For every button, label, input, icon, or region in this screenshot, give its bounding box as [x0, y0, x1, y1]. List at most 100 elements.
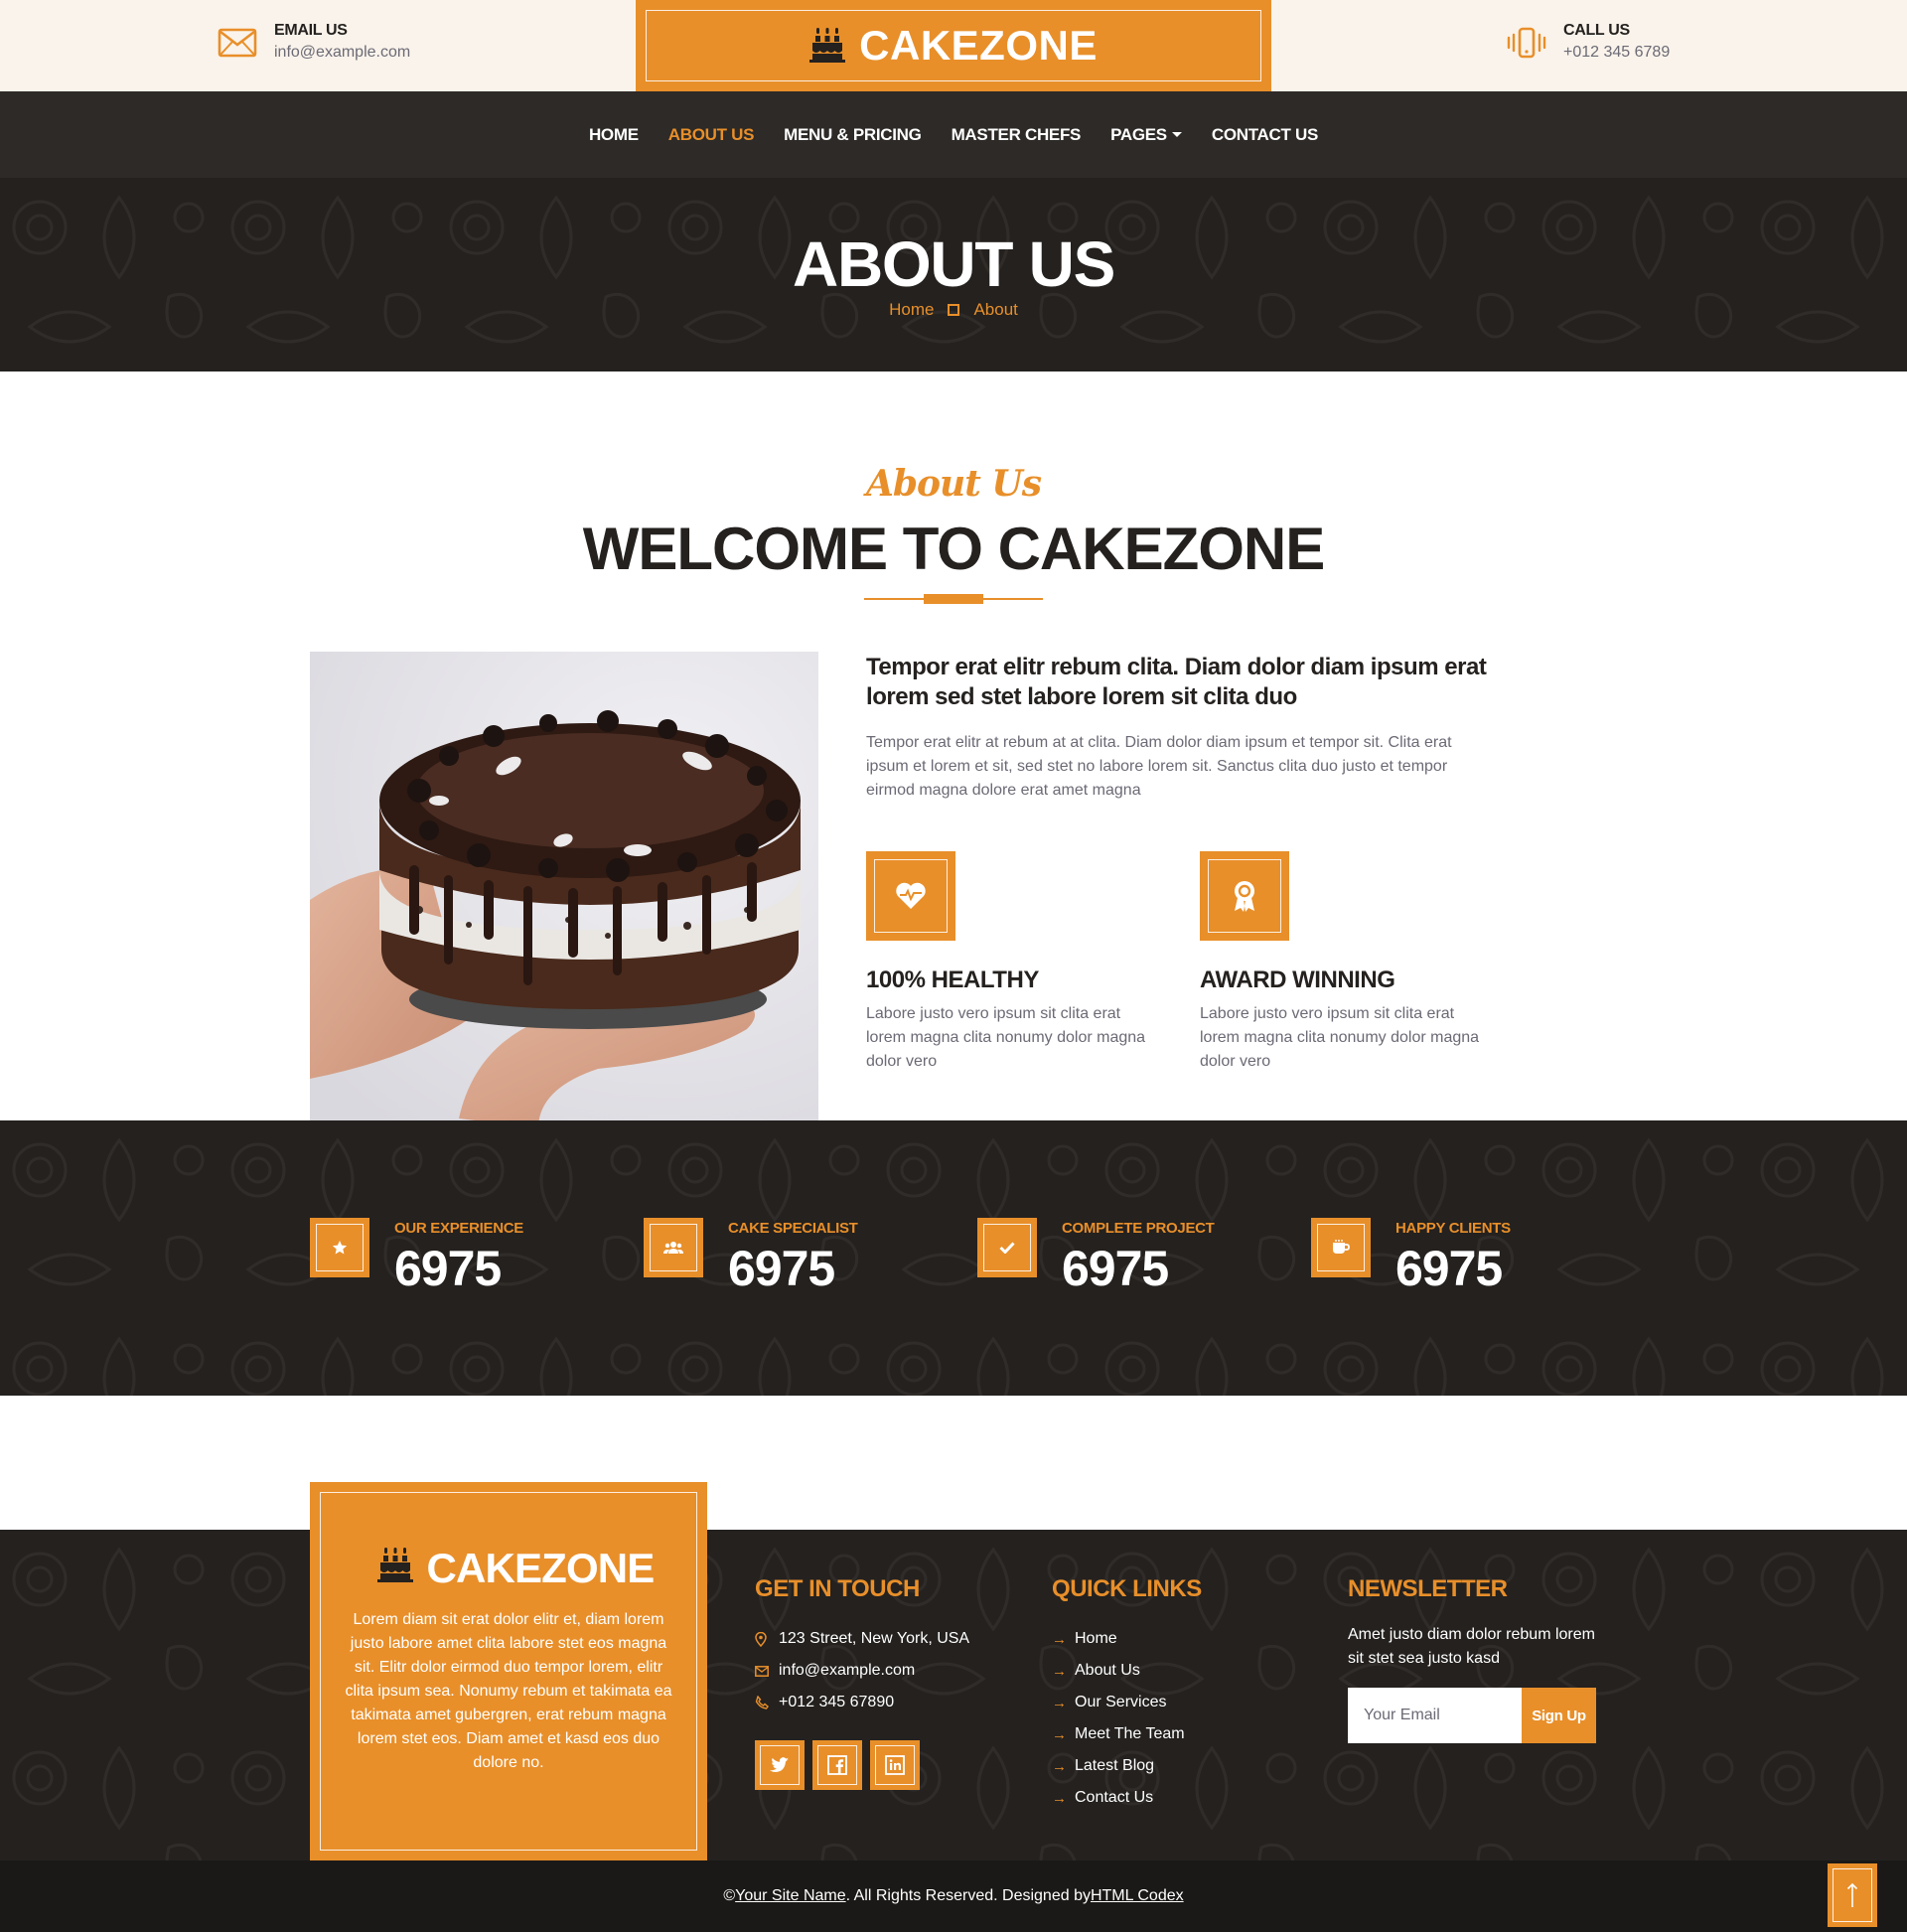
top-bar: EMAIL US info@example.com CAKEZONE CALL … — [0, 0, 1907, 91]
arrow-right-icon: → — [1052, 1694, 1067, 1711]
about-text: Tempor erat elitr at rebum at at clita. … — [866, 734, 1452, 799]
stat-label: OUR EXPERIENCE — [394, 1220, 523, 1237]
cake-image — [310, 652, 818, 1120]
cake-icon — [809, 25, 846, 68]
nav-master-chefs[interactable]: MASTER CHEFS — [952, 125, 1082, 145]
phone-value[interactable]: +012 345 6789 — [1563, 44, 1670, 62]
nav-pages-label: PAGES — [1110, 124, 1167, 144]
breadcrumb-home[interactable]: Home — [889, 300, 934, 320]
stats-section: OUR EXPERIENCE 6975 CAKE SPECIALIST 6975… — [0, 1120, 1907, 1396]
email-contact[interactable]: EMAIL US info@example.com — [217, 22, 410, 64]
main-nav: HOME ABOUT US MENU & PRICING MASTER CHEF… — [0, 91, 1907, 178]
title-divider — [864, 594, 1043, 604]
star-icon — [316, 1224, 364, 1271]
newsletter-form: Sign Up — [1348, 1688, 1596, 1743]
square-icon — [948, 304, 960, 316]
sign-up-button[interactable]: Sign Up — [1522, 1688, 1596, 1743]
envelope-icon — [217, 22, 258, 64]
feature-title: 100% HEALTHY — [866, 966, 1039, 993]
footer-phone[interactable]: +012 345 67890 — [755, 1687, 969, 1718]
feature-text: Labore justo vero ipsum sit clita erat l… — [1200, 1005, 1480, 1070]
linkedin-button[interactable] — [870, 1740, 920, 1790]
stat-value: 6975 — [1062, 1241, 1169, 1296]
mug-icon — [1317, 1224, 1365, 1271]
section-title: WELCOME TO CAKEZONE — [582, 516, 1326, 582]
arrow-right-icon: → — [1052, 1789, 1067, 1807]
breadcrumb-about: About — [973, 300, 1018, 319]
designer-link[interactable]: HTML Codex — [1091, 1887, 1184, 1905]
site-name-link[interactable]: Your Site Name — [735, 1887, 845, 1905]
page-title: ABOUT US — [793, 228, 1115, 300]
stat-label: COMPLETE PROJECT — [1062, 1220, 1215, 1237]
footer-get-in-touch: GET IN TOUCH 123 Street, New York, USA i… — [755, 1575, 969, 1790]
feature-award: AWARD WINNING Labore justo vero ipsum si… — [1200, 851, 1488, 1074]
email-value[interactable]: info@example.com — [274, 44, 410, 62]
social-links — [755, 1740, 969, 1790]
footer-brand-text: Lorem diam sit erat dolor elitr et, diam… — [345, 1611, 672, 1771]
award-icon — [1208, 859, 1281, 933]
linkedin-icon — [875, 1745, 915, 1785]
footer-phone-text: +012 345 67890 — [779, 1694, 895, 1710]
caret-down-icon — [1171, 132, 1182, 137]
footer-link-label: Contact Us — [1075, 1789, 1154, 1806]
footer-col-title: QUICK LINKS — [1052, 1575, 1202, 1602]
nav-home[interactable]: HOME — [589, 125, 639, 145]
footer-link-label: About Us — [1075, 1662, 1140, 1679]
phone-contact[interactable]: CALL US +012 345 6789 — [1506, 22, 1670, 64]
feature-title: AWARD WINNING — [1200, 966, 1395, 993]
stat-specialist: CAKE SPECIALIST 6975 — [644, 1218, 858, 1294]
back-to-top-button[interactable] — [1828, 1863, 1877, 1927]
footer-email[interactable]: info@example.com — [755, 1655, 969, 1687]
footer-link-team[interactable]: → Meet The Team — [1052, 1718, 1202, 1750]
newsletter-text: Amet justo diam dolor rebum lorem sit st… — [1348, 1626, 1595, 1667]
phone-icon — [755, 1696, 769, 1709]
copyright-prefix: © — [723, 1887, 736, 1904]
stat-experience: OUR EXPERIENCE 6975 — [310, 1218, 523, 1294]
logo-box[interactable]: CAKEZONE — [636, 0, 1271, 91]
footer-link-home[interactable]: → Home — [1052, 1623, 1202, 1655]
arrow-right-icon: → — [1052, 1662, 1067, 1680]
copyright-bar: © Your Site Name. All Rights Reserved. D… — [0, 1860, 1907, 1932]
stat-clients: HAPPY CLIENTS 6975 — [1311, 1218, 1511, 1294]
twitter-icon — [760, 1745, 800, 1785]
arrow-right-icon: → — [1052, 1630, 1067, 1648]
stat-value: 6975 — [728, 1241, 835, 1296]
breadcrumb: Home About — [0, 300, 1907, 320]
stat-value: 6975 — [394, 1241, 502, 1296]
footer-address-text: 123 Street, New York, USA — [779, 1630, 970, 1647]
page-header: ABOUT US Home About — [0, 178, 1907, 372]
footer-address: 123 Street, New York, USA — [755, 1623, 969, 1655]
envelope-icon — [755, 1665, 769, 1677]
newsletter-email-input[interactable] — [1348, 1688, 1522, 1743]
footer-col-title: NEWSLETTER — [1348, 1575, 1508, 1602]
phone-vibrate-icon — [1506, 22, 1547, 64]
twitter-button[interactable] — [755, 1740, 805, 1790]
footer-brand-box: CAKEZONE Lorem diam sit erat dolor elitr… — [310, 1482, 707, 1860]
footer-link-label: Latest Blog — [1075, 1757, 1155, 1774]
nav-contact-us[interactable]: CONTACT US — [1212, 125, 1318, 145]
stat-value: 6975 — [1395, 1241, 1503, 1296]
footer-link-contact[interactable]: → Contact Us — [1052, 1782, 1202, 1814]
nav-menu-pricing[interactable]: MENU & PRICING — [784, 125, 922, 145]
footer-link-services[interactable]: → Our Services — [1052, 1687, 1202, 1718]
footer-newsletter: NEWSLETTER Amet justo diam dolor rebum l… — [1348, 1575, 1596, 1743]
phone-label: CALL US — [1563, 22, 1630, 39]
stat-label: HAPPY CLIENTS — [1395, 1220, 1511, 1237]
nav-about-us[interactable]: ABOUT US — [668, 125, 755, 145]
stat-projects: COMPLETE PROJECT 6975 — [977, 1218, 1215, 1294]
footer-link-blog[interactable]: → Latest Blog — [1052, 1750, 1202, 1782]
map-pin-icon — [755, 1631, 769, 1647]
footer-email-text: info@example.com — [779, 1662, 916, 1679]
arrow-right-icon: → — [1052, 1725, 1067, 1743]
check-icon — [983, 1224, 1031, 1271]
footer-col-title: GET IN TOUCH — [755, 1575, 920, 1602]
footer-link-label: Our Services — [1075, 1694, 1167, 1710]
facebook-button[interactable] — [812, 1740, 862, 1790]
nav-pages-dropdown[interactable]: PAGES — [1110, 125, 1182, 145]
footer-quick-links: QUICK LINKS → Home → About Us → Our Service… — [1052, 1575, 1202, 1814]
footer-link-about[interactable]: → About Us — [1052, 1655, 1202, 1687]
feature-text: Labore justo vero ipsum sit clita erat l… — [866, 1005, 1146, 1070]
feature-healthy: 100% HEALTHY Labore justo vero ipsum sit… — [866, 851, 1154, 1074]
facebook-icon — [817, 1745, 857, 1785]
footer-logo[interactable]: CAKEZONE — [339, 1545, 678, 1592]
